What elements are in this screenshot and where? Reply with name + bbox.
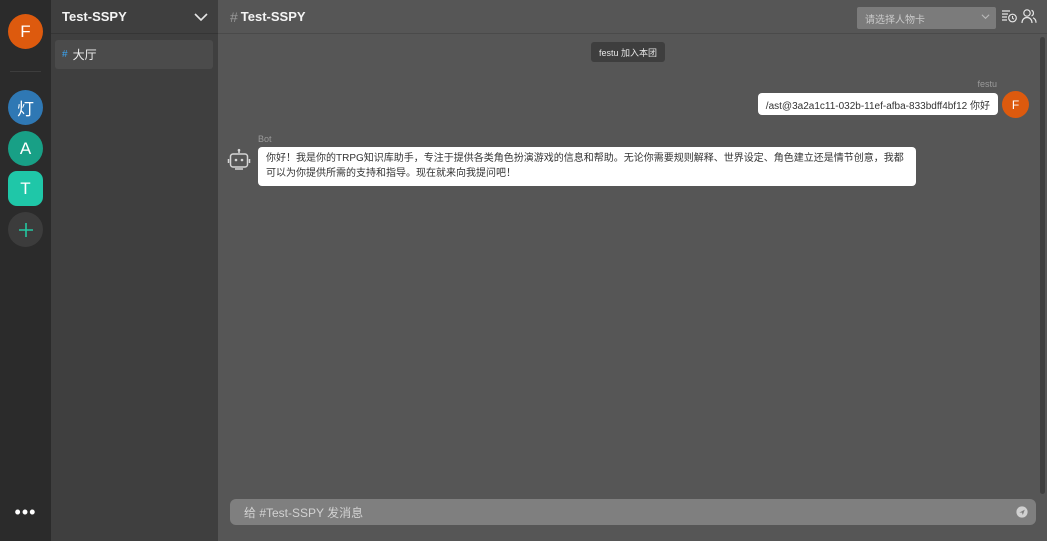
group-header[interactable]: Test-SSPY xyxy=(51,0,218,34)
dice-log-icon[interactable] xyxy=(1001,8,1017,24)
server-rail: F 灯 A T ••• xyxy=(0,0,51,541)
server-icon-deng[interactable]: 灯 xyxy=(8,90,43,125)
robot-icon[interactable] xyxy=(227,148,251,172)
server-icon-t[interactable]: T xyxy=(8,171,43,206)
chevron-down-icon xyxy=(981,14,990,20)
sender-avatar[interactable]: F xyxy=(1002,91,1029,118)
plus-icon xyxy=(18,222,33,237)
character-card-select[interactable]: 请选择人物卡 xyxy=(857,7,996,29)
channel-title: Test-SSPY xyxy=(240,9,306,24)
send-icon[interactable] xyxy=(1016,506,1028,518)
server-icon-a[interactable]: A xyxy=(8,131,43,166)
group-name: Test-SSPY xyxy=(62,9,127,24)
members-icon[interactable] xyxy=(1021,8,1037,24)
system-notice: festu 加入本团 xyxy=(591,42,666,62)
ellipsis-icon: ••• xyxy=(14,502,37,522)
message-bubble-incoming: 你好！我是你的TRPG知识库助手，专注于提供各类角色扮演游戏的信息和帮助。无论你… xyxy=(258,147,916,186)
more-options-button[interactable]: ••• xyxy=(0,502,51,523)
channel-item-label: 大厅 xyxy=(72,48,97,62)
chevron-down-icon[interactable] xyxy=(194,12,208,22)
message-sender-name-bot: Bot xyxy=(258,134,272,144)
message-bubble-outgoing: /ast@3a2a1c11-032b-11ef-afba-833bdff4bf1… xyxy=(757,93,998,115)
message-sender-name: festu xyxy=(977,79,997,89)
channel-item-hall[interactable]: # 大厅 xyxy=(55,40,213,69)
chat-scrollbar-thumb[interactable] xyxy=(1040,37,1045,494)
add-server-button[interactable] xyxy=(8,212,43,247)
channel-sidebar: Test-SSPY # 大厅 xyxy=(51,0,218,541)
message-input[interactable]: 给 #Test-SSPY 发消息 xyxy=(230,499,1036,525)
message-input-placeholder: 给 #Test-SSPY 发消息 xyxy=(244,505,364,520)
character-card-placeholder: 请选择人物卡 xyxy=(865,14,925,26)
channel-hash-icon: # xyxy=(62,49,68,60)
header-hash-icon: # xyxy=(230,8,238,25)
user-avatar[interactable]: F xyxy=(8,14,43,49)
chat-main: # Test-SSPY 请选择人物卡 festu 加入本团 festu /ast… xyxy=(218,0,1047,541)
rail-divider xyxy=(10,71,41,72)
